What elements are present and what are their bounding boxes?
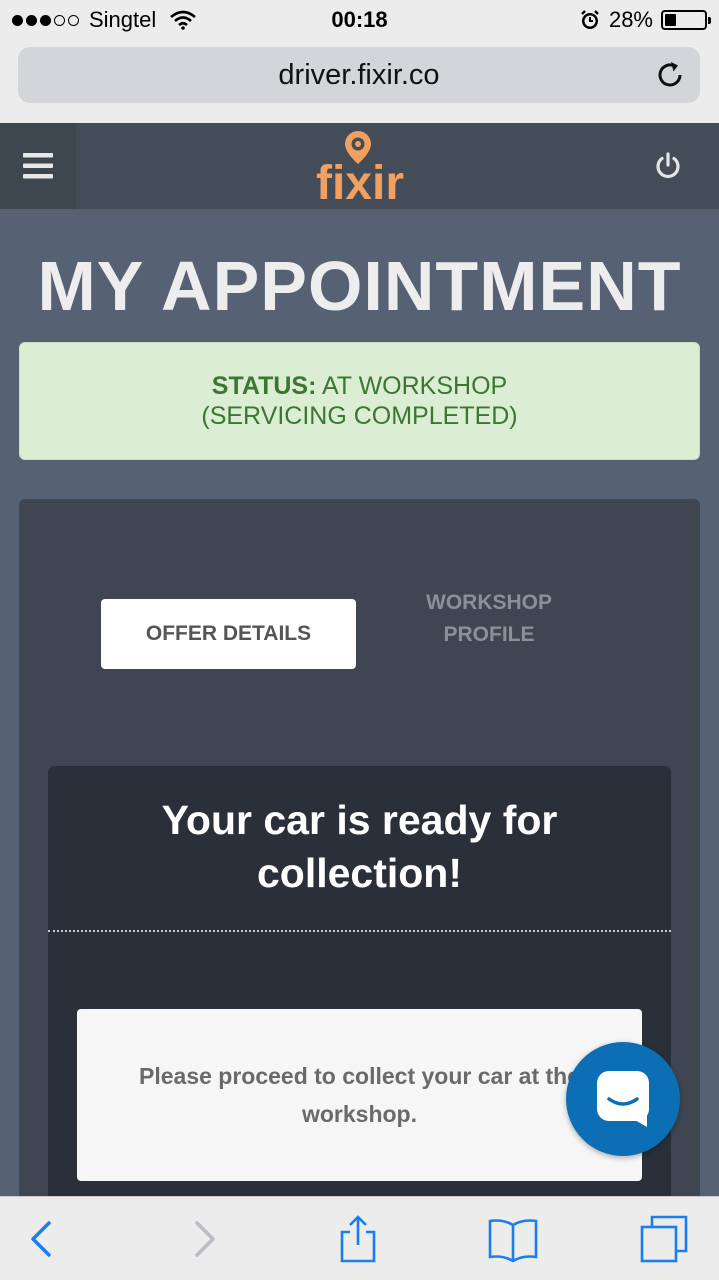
card-heading: Your car is ready for collection! [48,794,671,900]
logo-text: fixir [316,157,404,205]
status-line: STATUS: AT WORKSHOP [212,371,507,401]
battery-fill [665,14,676,26]
hamburger-icon [23,153,53,179]
status-right: 28% [579,7,711,33]
status-alert: STATUS: AT WORKSHOP (SERVICING COMPLETED… [19,342,700,460]
tab-workshop-profile-line2: PROFILE [443,623,535,646]
status-label: STATUS: [211,372,317,400]
tabs-icon[interactable] [640,1215,690,1263]
menu-button[interactable] [0,123,76,209]
battery-icon [661,10,711,30]
forward-icon[interactable] [178,1215,228,1263]
tab-offer-details[interactable]: OFFER DETAILS [101,599,356,669]
collection-message: Please proceed to collect your car at th… [77,1009,642,1181]
address-bar[interactable]: driver.fixir.co [18,47,700,103]
app-header: fixir [0,123,719,210]
status-bar: Singtel 00:18 28% [0,0,719,40]
reload-icon[interactable] [654,59,686,91]
battery-percent: 28% [608,7,653,32]
power-icon[interactable] [653,151,683,181]
back-icon[interactable] [18,1215,68,1263]
tab-workshop-profile[interactable]: WORKSHOP PROFILE [389,587,589,657]
status-detail: (SERVICING COMPLETED) [201,402,518,430]
logo-mark: fixir [316,131,404,210]
url-text: driver.fixir.co [278,58,440,91]
chat-launcher-button[interactable] [566,1042,680,1156]
alarm-icon [581,10,599,29]
browser-toolbar [0,1196,719,1280]
browser-url-area: driver.fixir.co [0,40,719,123]
chat-icon [597,1071,649,1127]
tab-workshop-profile-line1: WORKSHOP [426,591,552,614]
page-title: MY APPOINTMENT [37,247,682,325]
offer-card: Your car is ready for collection! Please… [48,766,671,1226]
status-value: AT WORKSHOP [321,372,508,400]
card-heading-line2: collection! [256,850,463,896]
fixir-logo[interactable]: fixir [300,131,420,210]
card-heading-line1: Your car is ready for [161,797,558,843]
divider [48,930,671,932]
share-icon[interactable] [333,1215,383,1263]
bookmarks-icon[interactable] [488,1215,538,1263]
